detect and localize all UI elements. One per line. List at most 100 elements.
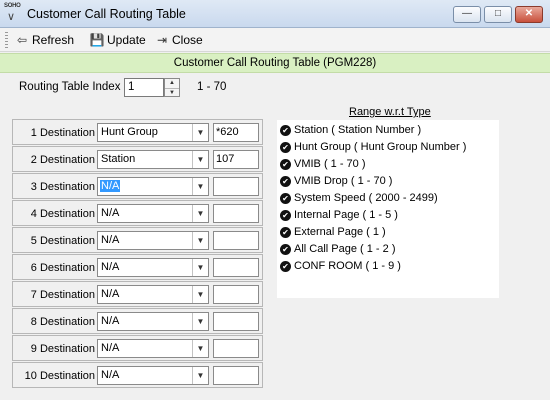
check-icon: ✔ (280, 260, 291, 272)
range-item: ✔ VMIB Drop ( 1 - 70 ) (280, 173, 392, 189)
save-icon: 💾 (89, 33, 105, 47)
range-item-text: External Page ( 1 ) (294, 226, 386, 238)
destination-type-select[interactable]: N/A ▼ (97, 204, 209, 223)
destination-type-value: N/A (101, 207, 120, 219)
check-icon: ✔ (280, 209, 291, 221)
routing-index-label: Routing Table Index (19, 81, 121, 93)
destination-row-7: 7 Destination N/A ▼ (12, 281, 263, 307)
chevron-down-icon[interactable]: ▼ (192, 232, 208, 249)
destination-type-value: N/A (101, 261, 120, 273)
range-item: ✔ External Page ( 1 ) (280, 224, 386, 240)
chevron-down-icon[interactable]: ▼ (192, 367, 208, 384)
destination-type-value: N/A (101, 315, 120, 327)
refresh-icon: ⇦ (16, 33, 28, 47)
destination-number-input[interactable] (213, 366, 259, 385)
destination-row-10: 10 Destination N/A ▼ (12, 362, 263, 388)
routing-index-spinner[interactable]: ▲ ▼ (164, 78, 180, 97)
range-list: ✔ Station ( Station Number ) ✔ Hunt Grou… (277, 120, 499, 298)
update-button[interactable]: 💾 Update (89, 31, 146, 49)
range-item: ✔ Hunt Group ( Hunt Group Number ) (280, 139, 466, 155)
range-item: ✔ All Call Page ( 1 - 2 ) (280, 241, 395, 257)
destination-type-select[interactable]: N/A ▼ (97, 366, 209, 385)
destination-label: 7 Destination (30, 289, 95, 301)
destination-row-5: 5 Destination N/A ▼ (12, 227, 263, 253)
app-logo-text: SOHO (4, 3, 21, 9)
range-item: ✔ VMIB ( 1 - 70 ) (280, 156, 366, 172)
range-item-text: VMIB ( 1 - 70 ) (294, 158, 366, 170)
destination-row-3: 3 Destination N/A ▼ (12, 173, 263, 199)
destination-number-input[interactable] (213, 177, 259, 196)
destination-type-select[interactable]: N/A ▼ (97, 312, 209, 331)
destination-type-select[interactable]: N/A ▼ (97, 177, 209, 196)
range-item-text: VMIB Drop ( 1 - 70 ) (294, 175, 393, 187)
destination-label: 4 Destination (30, 208, 95, 220)
range-item: ✔ Internal Page ( 1 - 5 ) (280, 207, 398, 223)
check-icon: ✔ (280, 124, 291, 136)
check-icon: ✔ (280, 226, 291, 238)
close-button[interactable]: ⇥ Close (154, 31, 203, 49)
page-title-banner: Customer Call Routing Table (PGM228) (0, 53, 550, 73)
destination-type-select[interactable]: Hunt Group ▼ (97, 123, 209, 142)
destination-label: 1 Destination (30, 127, 95, 139)
destination-number-input[interactable] (213, 204, 259, 223)
refresh-button[interactable]: ⇦ Refresh (14, 31, 74, 49)
toolbar-grip (5, 32, 8, 48)
destination-type-select[interactable]: N/A ▼ (97, 285, 209, 304)
minimize-button[interactable]: — (453, 6, 481, 23)
destination-type-select[interactable]: Station ▼ (97, 150, 209, 169)
destination-label: 8 Destination (30, 316, 95, 328)
destination-label: 6 Destination (30, 262, 95, 274)
destination-type-value: N/A (101, 369, 120, 381)
chevron-down-icon[interactable]: ▼ (192, 205, 208, 222)
destination-row-4: 4 Destination N/A ▼ (12, 200, 263, 226)
destination-type-value: N/A (100, 180, 121, 192)
destination-label: 9 Destination (30, 343, 95, 355)
destination-number-input[interactable] (213, 258, 259, 277)
range-item: ✔ Station ( Station Number ) (280, 122, 421, 138)
chevron-down-icon[interactable]: ▼ (192, 259, 208, 276)
destination-row-8: 8 Destination N/A ▼ (12, 308, 263, 334)
destination-number-input[interactable]: 107 (213, 150, 259, 169)
destination-number-input[interactable] (213, 231, 259, 250)
app-logo-glyph: ∨ (7, 11, 16, 23)
check-icon: ✔ (280, 141, 291, 153)
destination-type-select[interactable]: N/A ▼ (97, 339, 209, 358)
check-icon: ✔ (280, 175, 291, 187)
spin-up-icon[interactable]: ▲ (165, 79, 179, 88)
window-title: Customer Call Routing Table (27, 7, 186, 21)
check-icon: ✔ (280, 158, 291, 170)
routing-index-range: 1 - 70 (197, 81, 227, 93)
check-icon: ✔ (280, 192, 291, 204)
refresh-label: Refresh (32, 33, 75, 47)
destination-number-input[interactable] (213, 285, 259, 304)
routing-index-input[interactable]: 1 (124, 78, 164, 97)
close-label: Close (172, 33, 203, 47)
close-window-button[interactable]: ✕ (515, 6, 543, 23)
range-item-text: System Speed ( 2000 - 2499) (294, 192, 438, 204)
chevron-down-icon[interactable]: ▼ (192, 286, 208, 303)
title-bar: SOHO ∨ Customer Call Routing Table — □ ✕ (0, 0, 550, 28)
destination-type-value: N/A (101, 234, 120, 246)
destination-row-1: 1 Destination Hunt Group ▼ *620 (12, 119, 263, 145)
destination-number-input[interactable] (213, 312, 259, 331)
destination-number-input[interactable]: *620 (213, 123, 259, 142)
chevron-down-icon[interactable]: ▼ (192, 340, 208, 357)
destination-type-select[interactable]: N/A ▼ (97, 258, 209, 277)
maximize-button[interactable]: □ (484, 6, 512, 23)
chevron-down-icon[interactable]: ▼ (192, 151, 208, 168)
destination-number-input[interactable] (213, 339, 259, 358)
destination-row-6: 6 Destination N/A ▼ (12, 254, 263, 280)
chevron-down-icon[interactable]: ▼ (192, 124, 208, 141)
range-item-text: Internal Page ( 1 - 5 ) (294, 209, 398, 221)
destination-label: 2 Destination (30, 154, 95, 166)
destination-type-value: Station (101, 153, 136, 165)
destination-type-select[interactable]: N/A ▼ (97, 231, 209, 250)
range-item: ✔ System Speed ( 2000 - 2499) (280, 190, 438, 206)
range-item-text: CONF ROOM ( 1 - 9 ) (294, 260, 401, 272)
spin-down-icon[interactable]: ▼ (165, 87, 179, 97)
destination-row-9: 9 Destination N/A ▼ (12, 335, 263, 361)
chevron-down-icon[interactable]: ▼ (192, 178, 208, 195)
destination-label: 10 Destination (24, 370, 95, 382)
range-item-text: Station ( Station Number ) (294, 124, 422, 136)
chevron-down-icon[interactable]: ▼ (192, 313, 208, 330)
